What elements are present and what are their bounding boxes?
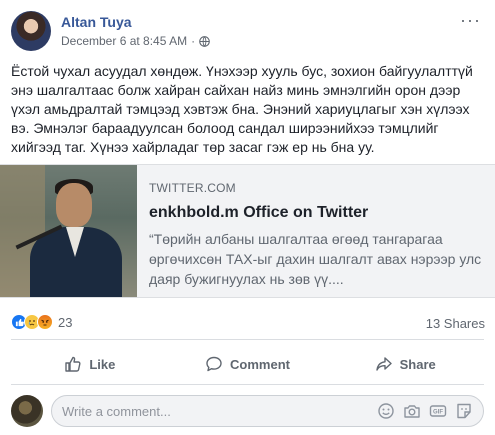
like-label: Like <box>89 356 116 372</box>
reaction-count[interactable]: 23 <box>58 315 72 330</box>
post-timestamp[interactable]: December 6 at 8:45 AM <box>61 34 187 48</box>
reaction-summary[interactable]: 23 <box>11 314 72 330</box>
link-description: “Төрийн албаны шалгалтаа өгөөд тангарага… <box>149 231 482 287</box>
post-meta: December 6 at 8:45 AM · <box>61 34 210 48</box>
divider <box>11 384 484 385</box>
author-name[interactable]: Altan Tuya <box>61 14 132 30</box>
more-options-icon[interactable]: ··· <box>460 10 481 31</box>
share-button[interactable]: Share <box>326 347 484 381</box>
globe-icon[interactable] <box>199 35 210 47</box>
shares-count[interactable]: 13 Shares <box>426 316 485 331</box>
share-icon <box>375 357 392 371</box>
comment-icon <box>206 356 222 372</box>
link-preview-info[interactable]: TWITTER.COM enkhbold.m Office on Twitter… <box>137 165 495 297</box>
link-preview-image[interactable] <box>0 165 137 297</box>
comment-input[interactable]: Write a comment... GIF <box>51 395 484 427</box>
commenter-avatar[interactable] <box>11 395 43 427</box>
author-avatar[interactable] <box>11 11 51 51</box>
post-text: Ёстой чухал асуудал хөндөж. Үнэхээр хуул… <box>11 63 473 155</box>
meta-separator: · <box>191 34 196 48</box>
emoji-icon[interactable] <box>377 402 395 420</box>
gif-icon[interactable]: GIF <box>429 402 447 420</box>
link-preview-card[interactable]: TWITTER.COM enkhbold.m Office on Twitter… <box>0 164 495 298</box>
thumbs-up-icon <box>65 356 81 372</box>
link-domain: TWITTER.COM <box>149 181 236 195</box>
sticker-icon[interactable] <box>455 402 473 420</box>
post-card: Altan Tuya December 6 at 8:45 AM · ··· Ё… <box>0 0 495 435</box>
link-title[interactable]: enkhbold.m Office on Twitter <box>149 203 483 223</box>
like-button[interactable]: Like <box>11 347 169 381</box>
comment-placeholder[interactable]: Write a comment... <box>62 404 377 419</box>
divider <box>11 339 484 340</box>
camera-icon[interactable] <box>403 402 421 420</box>
comment-button[interactable]: Comment <box>169 347 327 381</box>
action-bar: Like Comment Share <box>11 347 484 381</box>
share-label: Share <box>399 356 436 372</box>
comment-label: Comment <box>230 356 290 372</box>
svg-text:GIF: GIF <box>433 410 443 416</box>
angry-icon <box>37 314 53 330</box>
comment-attachments: GIF <box>377 402 483 420</box>
